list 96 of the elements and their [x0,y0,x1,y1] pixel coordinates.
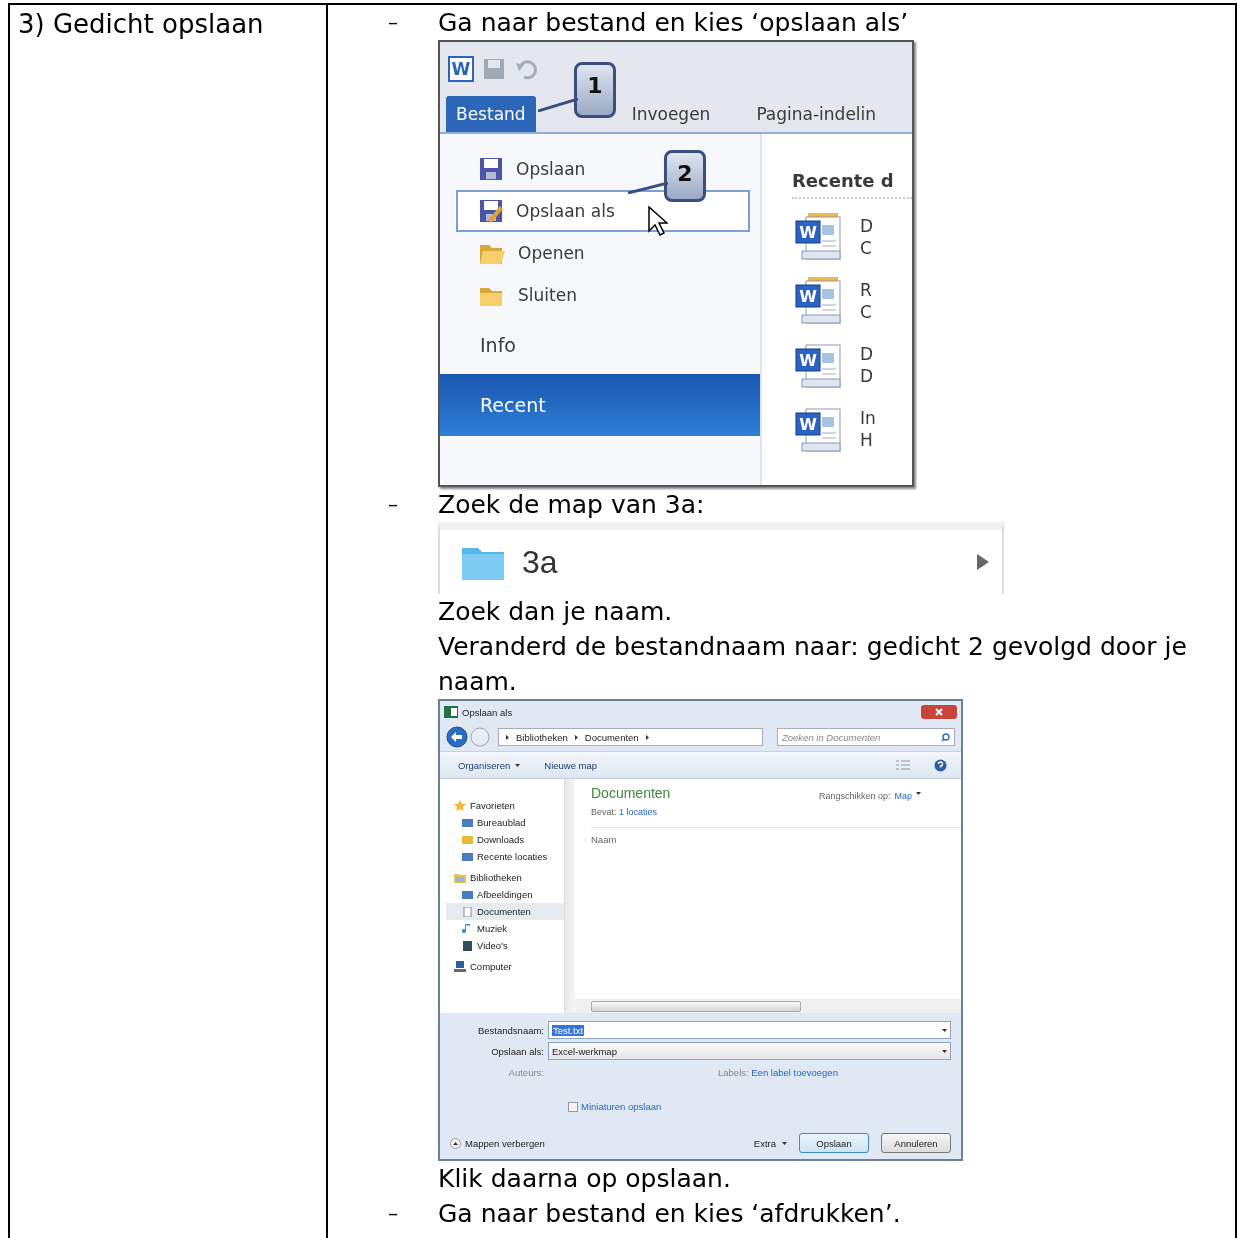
folder-icon [454,872,466,883]
arrange-label: Rangschikken op: [818,791,891,801]
instruction-text: Klik daarna op opslaan. [438,1164,731,1193]
document-path: H [860,429,874,451]
scrollbar[interactable] [564,779,575,1013]
dialog-button[interactable]: Annuleren [881,1133,951,1153]
arrange-dropdown[interactable]: Map [894,791,912,801]
back-icon[interactable] [446,726,468,748]
computer-icon [454,961,466,972]
dropdown-arrow-icon [782,1140,787,1146]
dialog-button[interactable]: Opslaan [799,1133,869,1153]
field-label: Auteurs: [507,1067,544,1078]
leader-line [538,98,578,112]
field-label: Labels: [718,1067,749,1078]
dropdown-arrow-icon [916,791,921,796]
backstage-tab[interactable]: Info [440,320,556,370]
step-label: 3) Gedicht opslaan [18,9,264,39]
nav-item[interactable]: Muziek [446,920,564,937]
menu-item[interactable]: Openen [456,232,607,274]
nav-item[interactable]: Computer [454,958,564,975]
nav-item[interactable]: Downloads [446,831,564,848]
ribbon-tab[interactable]: Pagina-indelin [746,96,887,132]
document-icon [462,906,473,917]
menu-item[interactable]: Sluiten [456,274,599,316]
instruction-text: Zoek dan je naam. [438,597,673,626]
tools-dropdown[interactable]: Extra [753,1137,787,1149]
toolbar-button[interactable]: Nieuwe map [544,759,598,771]
backstage-tab[interactable]: Recent [440,374,760,436]
dash-bullet: – [388,1200,399,1227]
dropdown-arrow-icon [942,1027,947,1033]
collapse-icon [450,1137,461,1149]
dropdown-arrow-icon [942,1048,947,1054]
document-name: R [860,279,872,301]
document-path: C [860,301,872,323]
nav-item[interactable]: Favorieten [454,797,564,814]
instruction-text: Veranderd de bestandnaam naar: gedicht 2 gevolgd door je naam. [438,632,1187,696]
ribbon-tab[interactable]: Bestand [446,96,536,132]
file-type-dropdown[interactable]: Excel-werkmap [548,1042,951,1060]
menu-item[interactable]: Opslaan als [456,190,750,232]
contains-label: Bevat: [591,807,617,817]
document-path: C [860,237,873,259]
help-icon[interactable] [934,758,947,772]
instruction-text: Zoek de map van 3a: [438,489,705,521]
checkbox-label: Miniaturen opslaan [581,1101,662,1112]
nav-item[interactable]: Afbeeldingen [446,886,564,903]
toolbar-button[interactable]: Organiseren [458,759,521,771]
search-field[interactable]: Zoeken in Documenten [777,728,955,746]
close-button[interactable] [921,705,957,719]
folder-row[interactable]: 3a [438,522,1004,594]
search-icon [941,732,950,742]
chevron-right-icon [573,734,579,740]
number-callout: 2 [664,150,706,202]
instruction-text: Ga naar bestand en kies ‘afdrukken’. [438,1198,901,1230]
dropdown-arrow-icon [515,762,521,768]
music-note-icon [462,923,473,934]
recent-heading: Recente d [792,170,912,199]
field-label: Opslaan als: [490,1045,544,1057]
chevron-right-icon [644,734,650,740]
mouse-pointer-icon [648,206,668,236]
scrollbar[interactable] [575,999,961,1013]
leader-line [628,182,668,194]
nav-item[interactable]: Bureaublad [446,814,564,831]
address-bar[interactable]: Bibliotheken Documenten [498,728,763,746]
document-name: D [860,215,874,237]
library-title: Documenten [591,785,671,801]
menu-item[interactable]: Opslaan [456,148,608,190]
save-icon[interactable] [482,57,506,81]
add-label-link[interactable]: Een label toevoegen [751,1067,838,1078]
ribbon-tab[interactable]: Invoegen [621,96,721,132]
folder-name: 3a [522,543,558,581]
nav-item[interactable]: Recente locaties [446,848,564,865]
document-name: In [860,407,876,429]
locations-link[interactable]: 1 locaties [619,807,658,817]
view-list-icon[interactable] [896,760,910,770]
document-path: D [860,365,874,387]
hide-folders-button[interactable]: Mappen verbergen [450,1137,545,1149]
checkbox[interactable] [568,1101,578,1112]
nav-item[interactable]: Documenten [446,903,564,920]
field-label: Bestandsnaam: [477,1024,544,1036]
nav-item[interactable]: Bibliotheken [454,869,564,886]
file-name-field[interactable]: Test.txt [548,1021,951,1039]
dash-bullet: – [388,9,399,36]
dialog-title: Opslaan als [462,706,513,718]
number-callout: 1 [574,62,616,118]
close-icon [935,708,943,716]
document-name: D [860,343,874,365]
nav-item[interactable]: Video's [446,937,564,954]
spreadsheet-icon [444,706,458,718]
chevron-right-icon [505,734,510,740]
undo-icon[interactable] [514,57,538,81]
instruction-text: Ga naar bestand en kies ‘opslaan als’ [438,7,909,39]
word-logo-icon: W [448,56,474,82]
column-header[interactable]: Naam [591,834,961,845]
star-icon [454,800,466,811]
dash-bullet: – [388,491,399,518]
arrow-right-icon [976,553,990,571]
